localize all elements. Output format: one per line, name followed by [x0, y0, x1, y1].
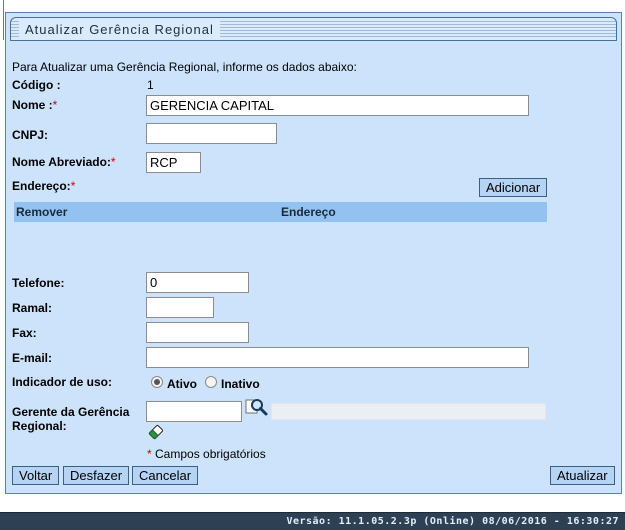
- ramal-input[interactable]: [146, 297, 214, 318]
- gerente-label-line1: Gerente da Gerência: [12, 405, 130, 419]
- radio-inativo-label[interactable]: Inativo: [221, 377, 260, 391]
- version-footer: Versão: 11.1.05.2.3p (Online) 08/06/2016…: [0, 512, 625, 530]
- voltar-button[interactable]: Voltar: [12, 466, 60, 485]
- cancelar-button[interactable]: Cancelar: [132, 466, 199, 485]
- endereco-label: Endereço:*: [12, 179, 75, 193]
- telefone-label: Telefone:: [12, 276, 65, 290]
- email-input[interactable]: [146, 347, 529, 368]
- intro-text: Para Atualizar uma Gerência Regional, in…: [12, 60, 357, 74]
- nome-required-mark: *: [52, 98, 58, 112]
- nome-abreviado-label-text: Nome Abreviado:: [12, 155, 111, 169]
- required-note: * Campos obrigatórios: [147, 447, 266, 461]
- endereco-table-header: Remover Endereço: [14, 202, 547, 222]
- panel-title: Atualizar Gerência Regional: [19, 21, 220, 38]
- nome-label-text: Nome :: [12, 98, 53, 112]
- fax-label: Fax:: [12, 326, 37, 340]
- cnpj-input[interactable]: [146, 123, 277, 144]
- nome-input[interactable]: [146, 95, 529, 116]
- gerente-id-input[interactable]: [146, 401, 242, 422]
- email-label: E-mail:: [12, 351, 53, 365]
- indicador-label: Indicador de uso:: [12, 375, 113, 389]
- telefone-input[interactable]: [146, 272, 249, 293]
- cnpj-label: CNPJ:: [12, 128, 49, 142]
- adicionar-endereco-button[interactable]: Adicionar: [479, 178, 548, 197]
- window-left-edge: [0, 0, 4, 40]
- gerente-label-line2: Regional:: [12, 419, 67, 433]
- endereco-required-mark: *: [70, 179, 76, 193]
- codigo-value: 1: [147, 78, 154, 92]
- endereco-label-text: Endereço:: [12, 179, 71, 193]
- atualizar-button[interactable]: Atualizar: [550, 466, 615, 485]
- gerente-label: Gerente da Gerência Regional:: [12, 405, 129, 433]
- gerente-name-input: [271, 403, 546, 420]
- search-magnifier-icon[interactable]: [245, 397, 269, 419]
- column-endereco: Endereço: [281, 205, 336, 219]
- desfazer-button[interactable]: Desfazer: [63, 466, 130, 485]
- nome-label: Nome :*: [12, 98, 57, 112]
- form-panel: Atualizar Gerência Regional Para Atualiz…: [5, 12, 622, 494]
- nome-abreviado-required-mark: *: [110, 155, 116, 169]
- radio-inativo[interactable]: [205, 376, 217, 388]
- ramal-label: Ramal:: [12, 301, 53, 315]
- nome-abreviado-input[interactable]: [146, 152, 201, 173]
- column-remover: Remover: [16, 205, 68, 219]
- eraser-icon[interactable]: [147, 423, 165, 441]
- radio-ativo-label[interactable]: Ativo: [167, 377, 197, 391]
- required-note-text: Campos obrigatórios: [151, 447, 266, 461]
- fax-input[interactable]: [146, 322, 249, 343]
- codigo-label: Código :: [12, 78, 61, 92]
- nome-abreviado-label: Nome Abreviado:*: [12, 155, 116, 169]
- panel-title-bar: Atualizar Gerência Regional: [10, 17, 617, 41]
- radio-ativo[interactable]: [151, 376, 163, 388]
